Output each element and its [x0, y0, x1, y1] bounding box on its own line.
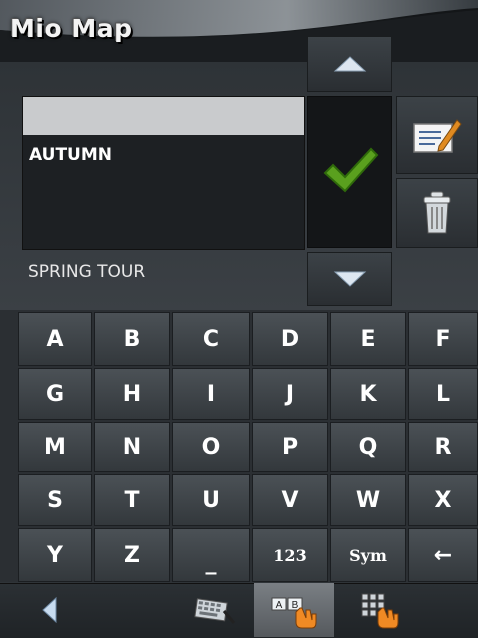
- abc-keyboard-icon: A B: [271, 597, 317, 629]
- key-t[interactable]: T: [94, 474, 170, 526]
- key-m[interactable]: M: [18, 422, 92, 472]
- key-i[interactable]: I: [172, 368, 250, 420]
- svg-text:A: A: [276, 600, 283, 611]
- back-button[interactable]: [20, 583, 80, 637]
- trash-icon: [423, 191, 451, 234]
- scroll-down-button[interactable]: [307, 252, 392, 306]
- key-a[interactable]: A: [18, 312, 92, 366]
- key-numeric[interactable]: 123: [252, 528, 328, 582]
- confirm-button[interactable]: [307, 96, 392, 248]
- key-w[interactable]: W: [330, 474, 406, 526]
- key-j[interactable]: J: [252, 368, 328, 420]
- key-u[interactable]: U: [172, 474, 250, 526]
- key-z[interactable]: Z: [94, 528, 170, 582]
- triangle-up-icon: [333, 56, 366, 72]
- keyboard-abc-button[interactable]: A B: [254, 583, 334, 637]
- keypad-icon: [361, 593, 399, 629]
- edit-button[interactable]: [396, 96, 478, 174]
- key-e[interactable]: E: [330, 312, 406, 366]
- key-q[interactable]: Q: [330, 422, 406, 472]
- key-h[interactable]: H: [94, 368, 170, 420]
- key-backspace[interactable]: ←: [408, 528, 478, 582]
- key-d[interactable]: D: [252, 312, 328, 366]
- key-c[interactable]: C: [172, 312, 250, 366]
- list-item[interactable]: AUTUMN: [29, 145, 112, 165]
- svg-text:B: B: [292, 600, 299, 611]
- key-y[interactable]: Y: [18, 528, 92, 582]
- list-item[interactable]: SPRING TOUR: [28, 262, 145, 282]
- checkmark-icon: [323, 147, 379, 193]
- list-item-selected[interactable]: [23, 97, 304, 135]
- edit-note-icon: [413, 119, 462, 153]
- key-k[interactable]: K: [330, 368, 406, 420]
- delete-button[interactable]: [396, 178, 478, 248]
- key-r[interactable]: R: [408, 422, 478, 472]
- key-l[interactable]: L: [408, 368, 478, 420]
- back-arrow-icon: [42, 596, 57, 624]
- keyboard-qwerty-button[interactable]: [172, 583, 252, 637]
- key-p[interactable]: P: [252, 422, 328, 472]
- key-g[interactable]: G: [18, 368, 92, 420]
- key-v[interactable]: V: [252, 474, 328, 526]
- list-item-label: SPRING TOUR: [28, 262, 146, 282]
- key-s[interactable]: S: [18, 474, 92, 526]
- key-o[interactable]: O: [172, 422, 250, 472]
- key-b[interactable]: B: [94, 312, 170, 366]
- keyboard-icon: [194, 598, 236, 624]
- key-f[interactable]: F: [408, 312, 478, 366]
- key-space[interactable]: _: [172, 528, 250, 582]
- key-x[interactable]: X: [408, 474, 478, 526]
- item-list[interactable]: AUTUMN: [22, 96, 305, 250]
- scroll-up-button[interactable]: [307, 36, 392, 92]
- key-n[interactable]: N: [94, 422, 170, 472]
- list-item-label: AUTUMN: [29, 145, 112, 165]
- keyboard-numeric-button[interactable]: [336, 583, 416, 637]
- triangle-down-icon: [333, 271, 366, 287]
- key-symbols[interactable]: Sym: [330, 528, 406, 582]
- app-title: Mio Map: [10, 14, 133, 43]
